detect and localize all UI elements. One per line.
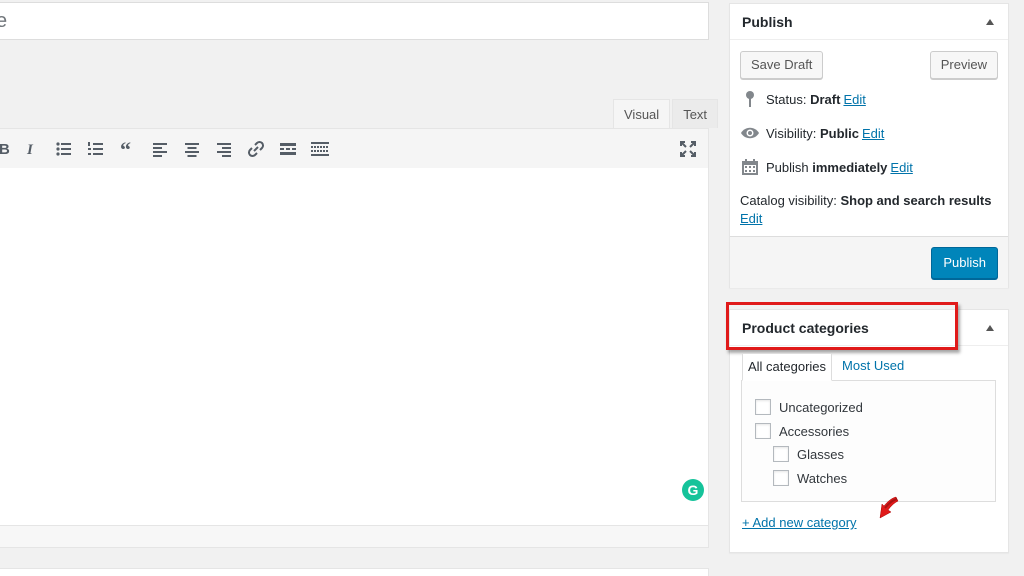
category-checkbox[interactable] [773, 470, 789, 486]
save-draft-button[interactable]: Save Draft [740, 51, 824, 79]
collapse-arrow-icon[interactable] [986, 19, 994, 25]
publish-date-row: Publish immediately Edit [740, 157, 913, 177]
publish-actions: Publish [730, 236, 1008, 288]
category-label: Accessories [779, 423, 850, 439]
tab-all-categories[interactable]: All categories [742, 353, 833, 381]
editor-status-bar [0, 526, 709, 548]
publish-button[interactable]: Publish [931, 247, 998, 279]
category-label: Glasses [797, 446, 844, 462]
edit-catalog-visibility-link[interactable]: Edit [740, 211, 762, 226]
pin-icon [740, 89, 760, 109]
editor-toolbar: B I “ [0, 128, 709, 169]
collapse-arrow-icon[interactable] [986, 325, 994, 331]
catalog-visibility-row: Catalog visibility: Shop and search resu… [740, 193, 991, 208]
catalog-visibility-label: Catalog visibility: [740, 193, 837, 208]
annotation-arrow-icon [879, 496, 899, 519]
preview-button[interactable]: Preview [929, 51, 998, 79]
publish-box-title: Publish [742, 14, 793, 30]
category-checkbox[interactable] [773, 446, 789, 462]
status-value: Draft [810, 91, 841, 107]
svg-text:“: “ [120, 139, 131, 159]
fullscreen-icon[interactable] [678, 139, 698, 159]
edit-visibility-link[interactable]: Edit [862, 126, 884, 141]
edit-publish-date-link[interactable]: Edit [890, 160, 912, 175]
status-row: Status: Draft Edit [740, 89, 866, 109]
toolbar-toggle-icon[interactable] [310, 139, 330, 159]
bulleted-list-icon[interactable] [54, 139, 74, 159]
align-left-icon[interactable] [150, 139, 170, 159]
next-metabox [0, 568, 709, 576]
publish-box: Publish Save Draft Preview Status: Draft… [729, 3, 1009, 288]
link-icon[interactable] [246, 139, 266, 159]
tab-visual[interactable]: Visual [613, 99, 671, 128]
grammarly-icon[interactable]: G [682, 479, 704, 501]
editor-mode-tabs: Visual Text [611, 99, 719, 128]
tab-most-used[interactable]: Most Used [832, 353, 909, 381]
status-label: Status: [766, 91, 807, 107]
catalog-visibility-value: Shop and search results [840, 193, 992, 208]
category-label: Uncategorized [779, 399, 863, 415]
category-checkbox[interactable] [755, 423, 771, 439]
visibility-row: Visibility: Public Edit [740, 123, 884, 143]
category-checkbox[interactable] [755, 399, 771, 415]
category-item[interactable]: Watches [773, 470, 847, 486]
post-title-text: e [0, 10, 7, 32]
italic-icon[interactable]: I [21, 139, 41, 159]
product-categories-header[interactable]: Product categories [730, 310, 1008, 346]
category-checklist: Uncategorized Accessories Glasses Watche… [741, 380, 996, 502]
editor-content-area[interactable] [0, 168, 709, 526]
align-center-icon[interactable] [182, 139, 202, 159]
category-tabs: All categories Most Used [742, 353, 909, 381]
visibility-value: Public [819, 125, 859, 141]
category-item[interactable]: Accessories [755, 423, 849, 439]
publish-label: Publish [766, 159, 809, 175]
eye-icon [740, 123, 760, 143]
align-right-icon[interactable] [214, 139, 234, 159]
category-item[interactable]: Glasses [773, 446, 844, 462]
visibility-label: Visibility: [766, 125, 817, 141]
calendar-icon [740, 157, 760, 177]
add-new-category-link[interactable]: + Add new category [742, 515, 857, 530]
category-item[interactable]: Uncategorized [755, 399, 863, 415]
product-categories-title: Product categories [742, 320, 869, 336]
svg-text:B: B [0, 141, 10, 158]
publish-box-header[interactable]: Publish [730, 4, 1008, 40]
svg-text:I: I [26, 142, 34, 158]
read-more-icon[interactable] [278, 139, 298, 159]
edit-status-link[interactable]: Edit [843, 92, 865, 107]
bold-icon[interactable]: B [0, 139, 13, 159]
tab-text[interactable]: Text [672, 99, 719, 128]
publish-timing: immediately [812, 159, 888, 175]
numbered-list-icon[interactable] [86, 139, 106, 159]
category-label: Watches [797, 470, 848, 486]
post-title-input[interactable]: e [0, 2, 709, 40]
blockquote-icon[interactable]: “ [118, 139, 138, 159]
